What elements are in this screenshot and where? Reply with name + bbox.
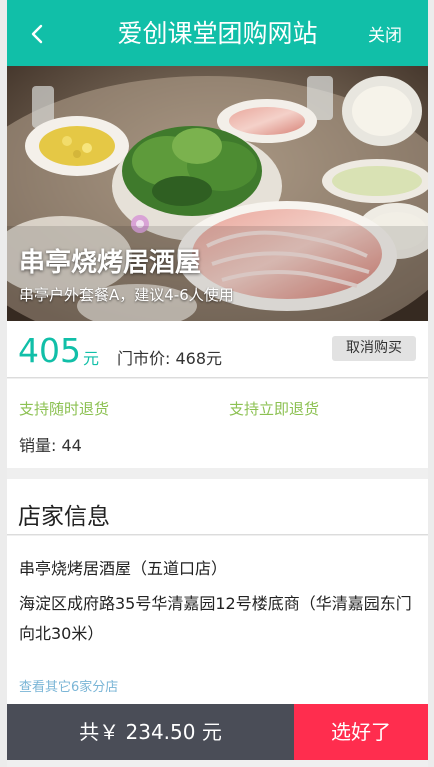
- price-section: 405 元 门市价: 468元 取消购买: [7, 321, 428, 378]
- market-price: 门市价: 468元: [117, 349, 223, 368]
- confirm-button[interactable]: 选好了: [294, 704, 428, 760]
- shop-info-header: 店家信息: [7, 479, 428, 535]
- refund-support-section: 支持随时退货 支持立即退货 销量: 44: [7, 379, 428, 468]
- top-bar: 爱创课堂团购网站 关闭: [7, 0, 428, 66]
- hotpot-photo: [7, 66, 428, 321]
- other-branches-link[interactable]: 查看其它6家分店: [19, 676, 118, 695]
- price-unit: 元: [83, 349, 100, 368]
- shop-info-title: 店家信息: [18, 504, 110, 530]
- instant-refund-tag: 支持立即退货: [229, 400, 320, 418]
- shop-name: 串亭烧烤居酒屋（五道口店）: [19, 559, 228, 578]
- shop-info-body: 串亭烧烤居酒屋（五道口店） 海淀区成府路35号华清嘉园12号楼底商（华清嘉园东门…: [7, 536, 428, 704]
- deal-subtitle: 串亭户外套餐A，建议4-6人使用: [19, 286, 234, 304]
- refund-anytime-tag: 支持随时退货: [19, 400, 110, 418]
- deal-price: 405: [18, 331, 81, 370]
- deal-hero-image: 串亭烧烤居酒屋 串亭户外套餐A，建议4-6人使用: [7, 66, 428, 321]
- close-button[interactable]: 关闭: [368, 25, 402, 47]
- cancel-purchase-button[interactable]: 取消购买: [332, 336, 416, 361]
- app-frame: 爱创课堂团购网站 关闭 串亭烧烤居酒屋 串亭户外套餐A，建议4-6人使用 405…: [7, 0, 428, 767]
- order-total: 共￥ 234.50 元: [7, 704, 294, 760]
- sales-count: 销量: 44: [19, 436, 82, 455]
- deal-shop-name: 串亭烧烤居酒屋: [19, 248, 202, 278]
- page-title: 爱创课堂团购网站: [117, 19, 318, 48]
- shop-address: 海淀区成府路35号华清嘉园12号楼底商（华清嘉园东门向北30米）: [19, 594, 412, 643]
